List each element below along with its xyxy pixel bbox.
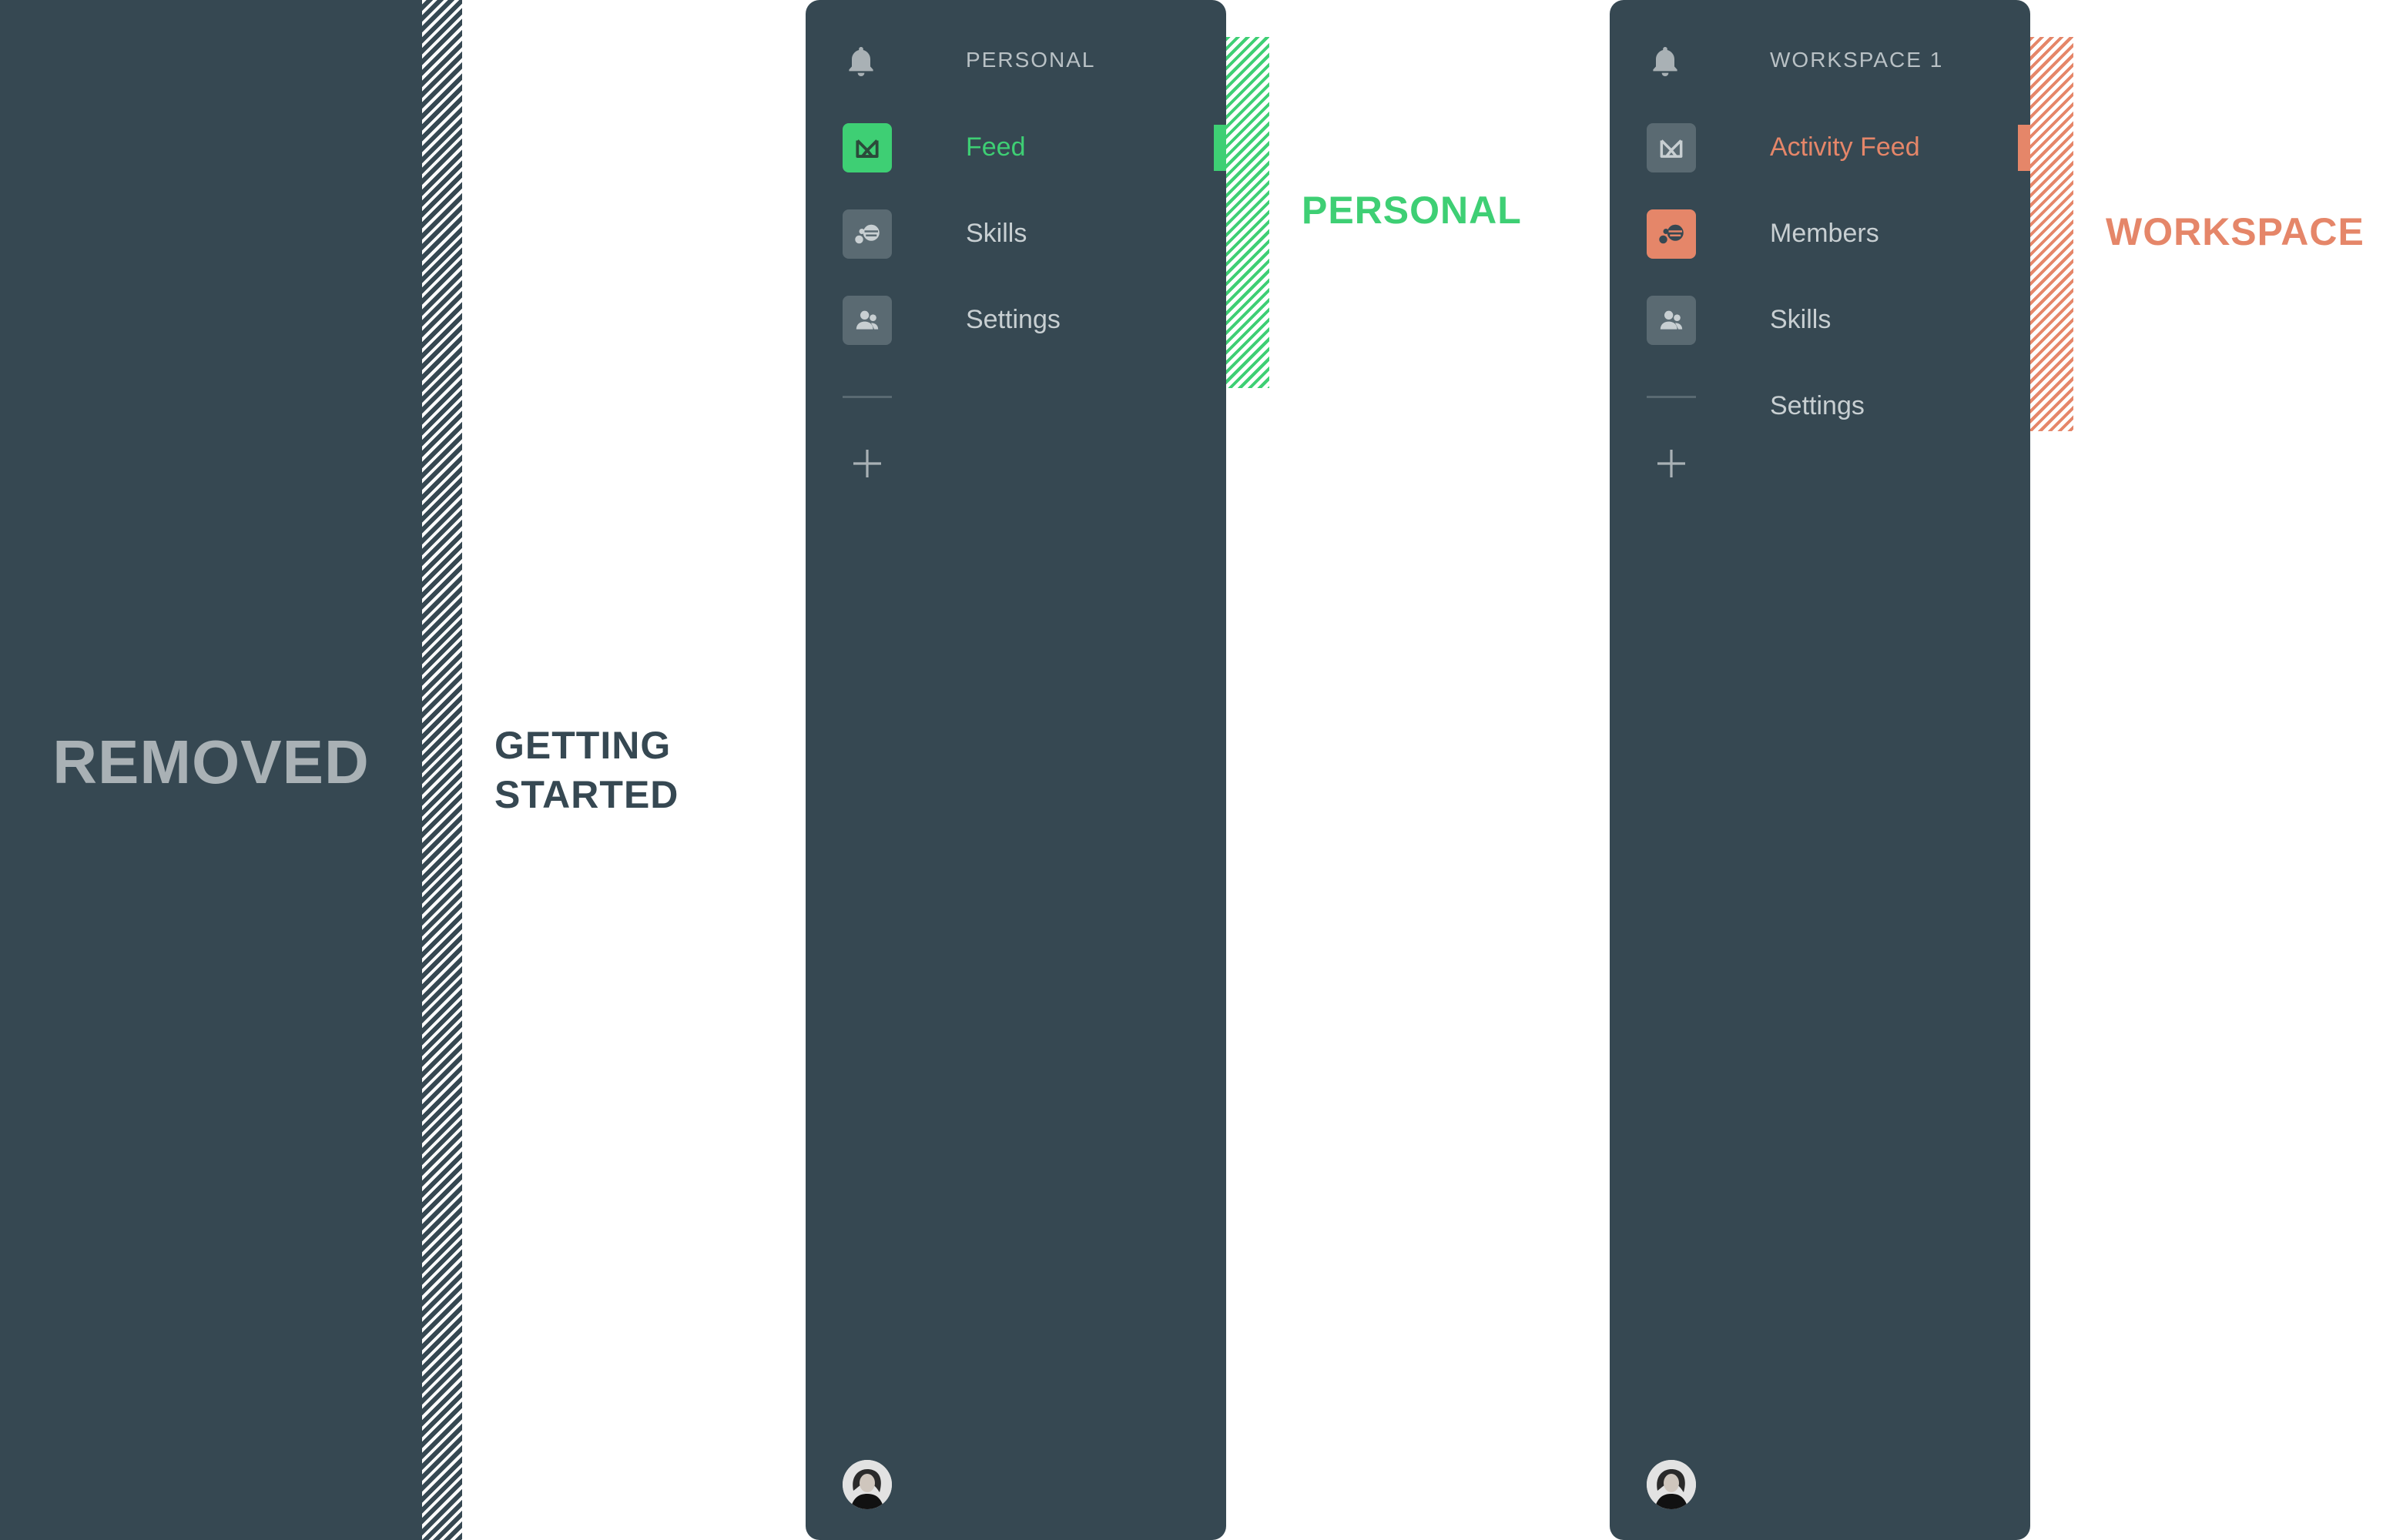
workspace-section-title: WORKSPACE 1 [1770,48,1944,72]
people-icon[interactable] [843,296,892,345]
plus-icon[interactable] [1653,445,1690,482]
avatar[interactable] [1647,1460,1696,1509]
personal-sidebar: PERSONAL Feed Skills Settings [806,0,1226,1540]
bell-icon[interactable] [843,43,880,80]
workspace-sidebar: WORKSPACE 1 Activity Feed Members Skills… [1610,0,2030,1540]
workspace-hatch-bar [2030,37,2073,431]
nav-item-members[interactable]: Members [1770,219,1879,249]
plus-icon[interactable] [849,445,886,482]
workspace-callout: WORKSPACE [2106,210,2364,253]
nav-item-activity-feed[interactable]: Activity Feed [1770,132,1920,162]
feed-icon[interactable] [843,123,892,172]
getting-started-label: GETTING STARTED [494,721,679,819]
nav-item-settings[interactable]: Settings [966,305,1061,335]
personal-hatch-bar [1226,37,1269,388]
nav-item-skills[interactable]: Skills [966,219,1027,249]
people-icon[interactable] [1647,296,1696,345]
personal-section-title: PERSONAL [966,48,1096,72]
divider [843,396,892,398]
getting-started-line-2: STARTED [494,773,679,816]
nav-item-settings[interactable]: Settings [1770,391,1865,421]
skills-icon[interactable] [1647,209,1696,259]
skills-icon[interactable] [843,209,892,259]
removed-label: REMOVED [52,728,370,796]
nav-item-feed[interactable]: Feed [966,132,1026,162]
divider [1647,396,1696,398]
active-indicator [1214,125,1226,171]
active-indicator [2018,125,2030,171]
nav-item-skills[interactable]: Skills [1770,305,1831,335]
getting-started-line-1: GETTING [494,724,672,767]
removed-hatch-bar [422,0,462,1540]
avatar[interactable] [843,1460,892,1509]
personal-callout: PERSONAL [1302,189,1522,232]
feed-icon[interactable] [1647,123,1696,172]
bell-icon[interactable] [1647,43,1684,80]
